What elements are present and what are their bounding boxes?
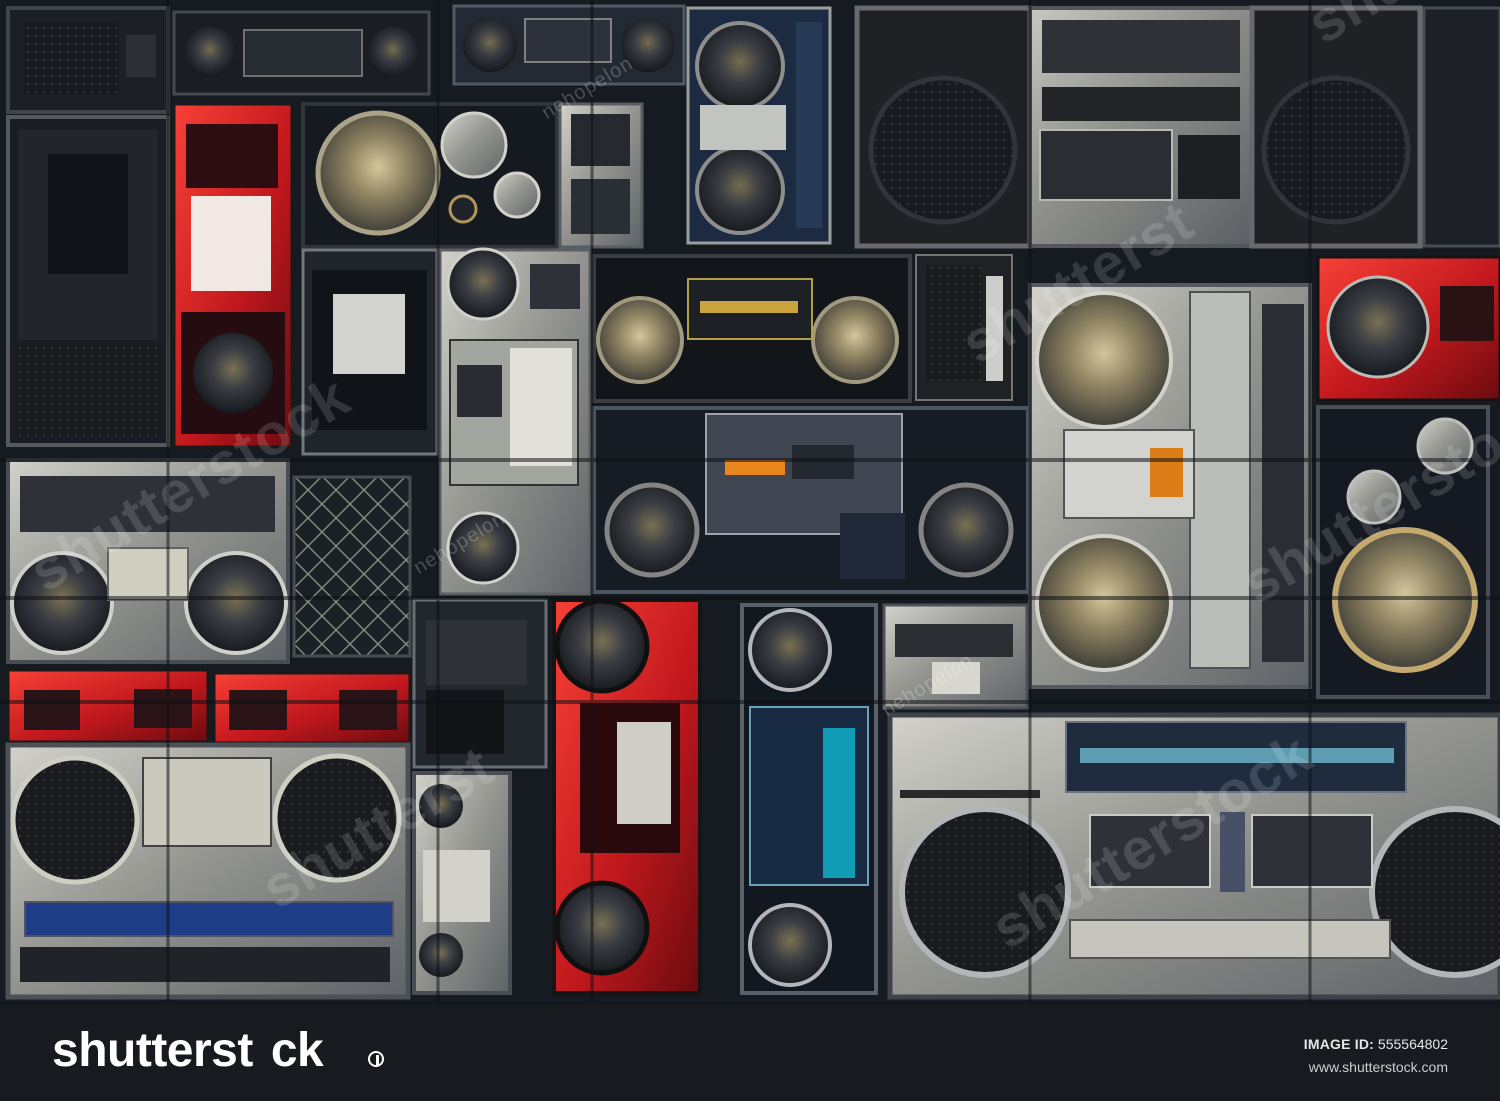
image-id-value: 555564802 (1377, 1036, 1448, 1052)
brand-icon (368, 1051, 384, 1067)
image-id: IMAGE ID: 555564802 (1304, 1034, 1448, 1054)
brand-text: shutterst (52, 1024, 253, 1077)
shutterstock-logo[interactable]: shutterst ck (52, 1023, 384, 1079)
brand-suffix: ck (270, 1024, 324, 1077)
stock-photo-footer: shutterst ck IMAGE ID: 555564802 www.shut… (0, 1002, 1500, 1101)
site-url[interactable]: www.shutterstock.com (1309, 1057, 1448, 1077)
radio-wall-illustration (0, 0, 1500, 1002)
stock-photo-page: shutterstock shutterst shutterstock shut… (0, 0, 1500, 1101)
image-id-label: IMAGE ID: (1303, 1036, 1375, 1052)
vintage-radio-wall-photo: shutterstock shutterst shutterstock shut… (0, 0, 1500, 1002)
